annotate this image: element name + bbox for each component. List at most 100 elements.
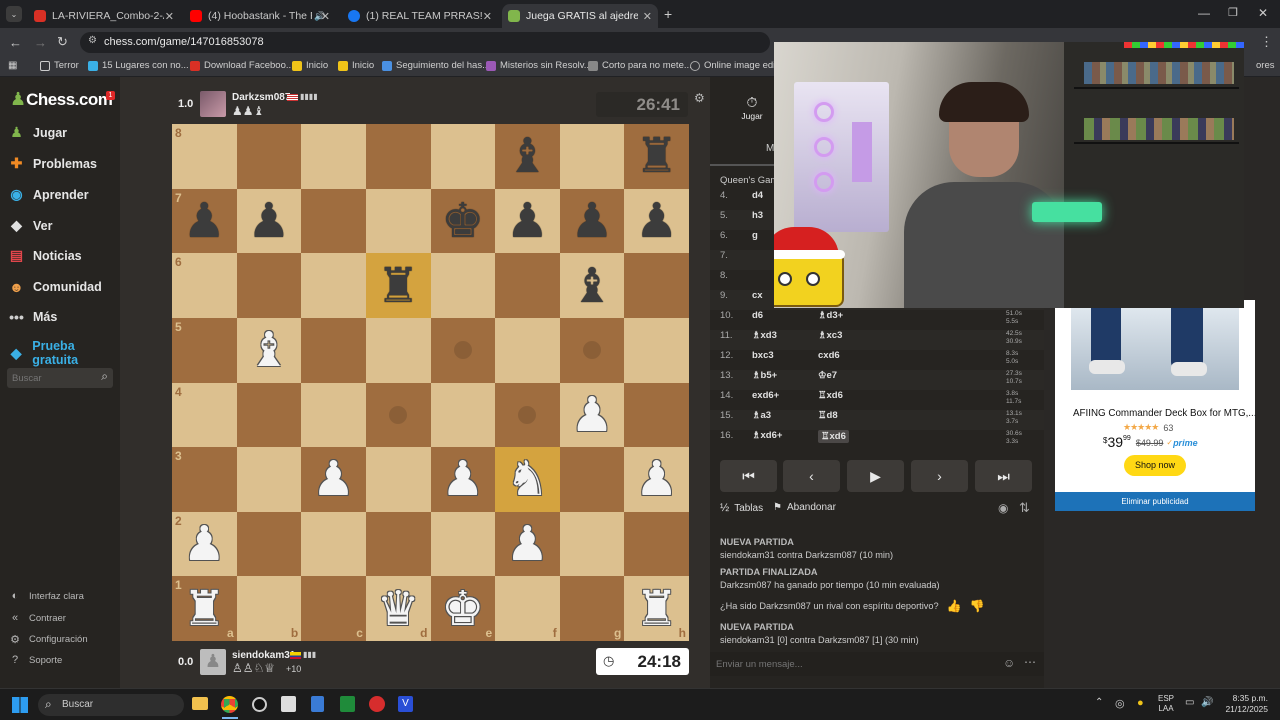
square-b7[interactable]: ♟	[236, 188, 302, 254]
sidebar-item-aprender[interactable]: ◉ Aprender	[8, 186, 88, 203]
square-f5[interactable]	[495, 317, 560, 383]
browser-tab-1[interactable]: LA-RIVIERA_Combo-2-Asados ✕	[28, 4, 180, 28]
square-a3[interactable]: 3	[172, 447, 237, 512]
bottom-player-name[interactable]: siendokam31	[232, 650, 295, 661]
chrome-icon[interactable]	[221, 696, 238, 713]
sidebar-item-ver[interactable]: ◆ Ver	[8, 217, 52, 234]
square-d7[interactable]	[365, 188, 431, 254]
draw-button[interactable]: ½ Tablas	[720, 502, 763, 514]
square-d8[interactable]	[365, 124, 431, 189]
square-h1[interactable]: ♜ h	[624, 576, 689, 641]
bookmark-item[interactable]: Misterios sin Resolv...	[486, 60, 592, 71]
white-pawn-icon[interactable]: ♟	[506, 520, 549, 568]
square-h6[interactable]	[624, 253, 689, 318]
square-f8[interactable]: ♝	[495, 124, 560, 189]
square-d3[interactable]	[365, 447, 431, 512]
square-c7[interactable]	[301, 188, 366, 254]
resign-button[interactable]: ⚑ Abandonar	[773, 502, 836, 513]
close-tab-icon[interactable]: ✕	[643, 10, 652, 23]
app-icon[interactable]	[281, 696, 296, 712]
sidebar-item-problemas[interactable]: ✚ Problemas	[8, 155, 97, 172]
apps-grid-icon[interactable]: ▦	[8, 60, 17, 71]
square-h2[interactable]	[624, 511, 689, 577]
white-move[interactable]: h3	[752, 210, 763, 221]
add-friend-icon[interactable]: ◉	[998, 501, 1008, 515]
new-tab-icon[interactable]: +	[664, 6, 672, 22]
tab-list-dropdown-icon[interactable]: ⌄	[6, 6, 22, 22]
square-b1[interactable]: b	[236, 576, 302, 641]
square-e5[interactable]	[430, 317, 496, 383]
white-move[interactable]: ♗b5+	[752, 370, 777, 381]
search-icon[interactable]: ⌕	[101, 369, 108, 384]
taskbar-search[interactable]: ⌕ Buscar	[38, 694, 184, 716]
board-settings-gear-icon[interactable]: ⚙	[694, 91, 705, 105]
square-g7[interactable]: ♟	[559, 188, 625, 254]
white-pawn-icon[interactable]: ♟	[312, 455, 355, 503]
square-c1[interactable]: c	[301, 576, 366, 641]
black-pawn-icon[interactable]: ♟	[247, 197, 290, 245]
square-d1[interactable]: ♛ d	[365, 576, 431, 641]
remove-ads-button[interactable]: Eliminar publicidad	[1055, 492, 1255, 511]
square-e7[interactable]: ♚	[430, 188, 496, 254]
square-g8[interactable]	[559, 124, 625, 189]
square-f4[interactable]	[495, 382, 560, 448]
sidebar-item-contraer[interactable]: «Contraer	[8, 612, 66, 624]
square-c2[interactable]	[301, 511, 366, 577]
sidebar-item-prueba-gratuita[interactable]: ◆ Prueba gratuita	[8, 339, 120, 367]
app-icon[interactable]	[252, 697, 267, 712]
square-c5[interactable]	[301, 317, 366, 383]
square-a7[interactable]: ♟ 7	[172, 188, 237, 254]
forward-icon[interactable]: →	[34, 35, 47, 50]
move-hint-dot[interactable]	[583, 341, 602, 360]
square-a8[interactable]: 8	[172, 124, 237, 189]
square-h8[interactable]: ♜	[624, 124, 689, 189]
square-d2[interactable]	[365, 511, 431, 577]
app-icon[interactable]	[340, 696, 355, 712]
move-hint-dot[interactable]	[518, 405, 537, 424]
square-e6[interactable]	[430, 253, 496, 318]
square-h7[interactable]: ♟	[624, 188, 689, 254]
ad-product-image[interactable]	[1071, 308, 1239, 390]
move-hint-dot[interactable]	[453, 341, 472, 360]
app-icon[interactable]	[369, 696, 385, 712]
bookmark-item[interactable]: Inicio	[338, 60, 374, 71]
sidebar-item-soporte[interactable]: ? Soporte	[8, 654, 62, 666]
last-move-button[interactable]: ⏭	[975, 460, 1032, 492]
sidebar-search[interactable]: ⌕	[7, 368, 113, 388]
browser-tab-3[interactable]: (1) REAL TEAM PRRAS! | Facebo ✕	[342, 4, 498, 28]
top-player-name[interactable]: Darkzsm087	[232, 92, 290, 103]
black-move[interactable]: ♖d8	[818, 410, 838, 421]
square-a1[interactable]: ♜ 1 a	[172, 576, 237, 641]
square-g4[interactable]: ♟	[559, 382, 625, 448]
square-a5[interactable]: 5	[172, 317, 237, 383]
bookmark-item[interactable]: 15 Lugares con no...	[88, 60, 189, 71]
back-icon[interactable]: ←	[9, 35, 22, 50]
flip-board-icon[interactable]: ⇅	[1019, 500, 1030, 516]
black-pawn-icon[interactable]: ♟	[635, 197, 678, 245]
square-h3[interactable]: ♟	[624, 447, 689, 512]
black-pawn-icon[interactable]: ♟	[183, 197, 226, 245]
square-d5[interactable]	[365, 317, 431, 383]
close-tab-icon[interactable]: ✕	[165, 10, 174, 23]
microphone-icon[interactable]: ●	[1137, 697, 1144, 709]
square-g2[interactable]	[559, 511, 625, 577]
sidebar-item-comunidad[interactable]: ☻ Comunidad	[8, 278, 102, 295]
close-tab-icon[interactable]: ✕	[483, 10, 492, 23]
black-move[interactable]: ♖xd6	[818, 430, 849, 443]
square-g1[interactable]: g	[559, 576, 625, 641]
square-b3[interactable]	[236, 447, 302, 512]
notification-badge[interactable]: 1	[106, 91, 115, 100]
sidebar-item-configuracion[interactable]: ⚙ Configuración	[8, 633, 88, 646]
square-c6[interactable]	[301, 253, 366, 318]
white-move[interactable]: d4	[752, 190, 763, 201]
white-rook-icon[interactable]: ♜	[635, 585, 678, 633]
more-options-icon[interactable]: ⋯	[1024, 655, 1036, 669]
white-pawn-icon[interactable]: ♟	[571, 391, 614, 439]
bookmark-item[interactable]: ores	[1256, 60, 1274, 71]
square-a6[interactable]: 6	[172, 253, 237, 318]
black-king-icon[interactable]: ♚	[441, 197, 484, 245]
bookmark-item[interactable]: Corto para no mete...	[588, 60, 692, 71]
sidebar-item-interfaz-clara[interactable]: ◐ Interfaz clara	[8, 590, 84, 602]
network-icon[interactable]: ▭	[1185, 697, 1194, 708]
white-knight-icon[interactable]: ♞	[506, 455, 549, 503]
